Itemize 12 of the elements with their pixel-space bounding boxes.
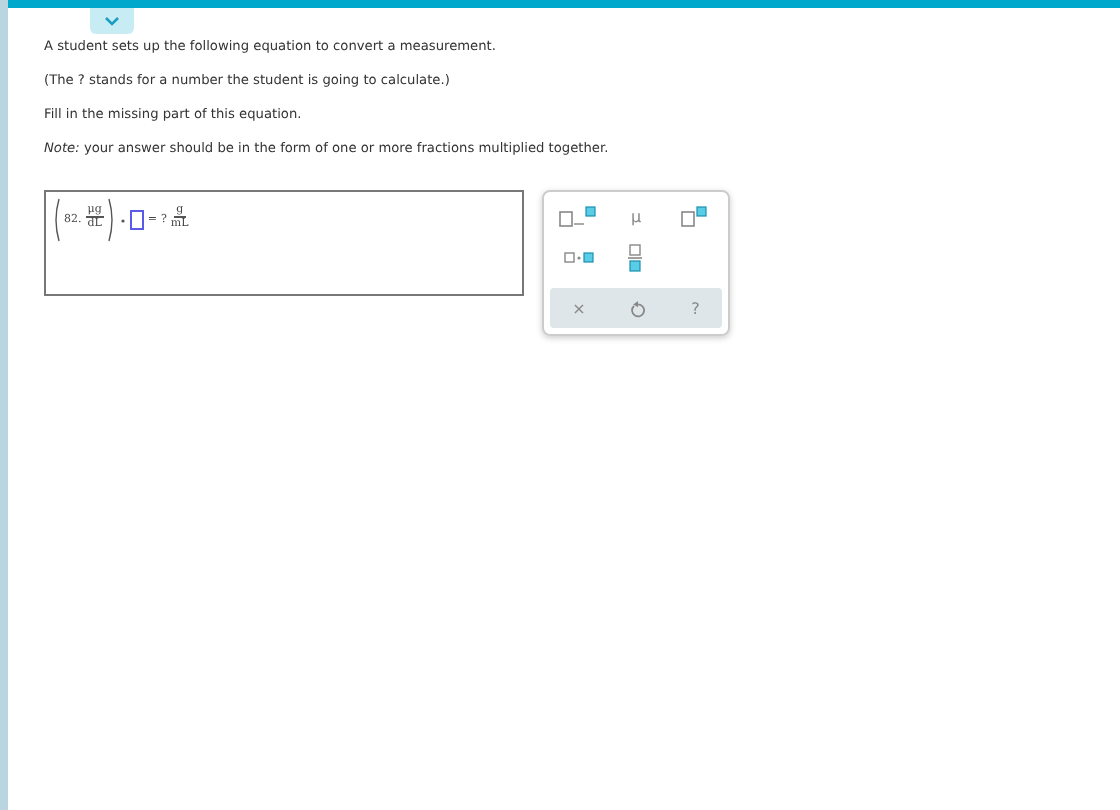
undo-icon[interactable]	[630, 299, 647, 317]
superscript-icon[interactable]	[679, 206, 708, 228]
chevron-down-icon	[104, 16, 120, 26]
collapse-tab[interactable]	[90, 8, 134, 34]
scientific-notation-icon[interactable]	[558, 206, 599, 228]
input-field[interactable]	[129, 210, 144, 230]
fraction-icon[interactable]	[628, 244, 643, 272]
mu-button[interactable]: μ	[630, 208, 642, 226]
multiply-icon[interactable]	[563, 252, 594, 264]
help-button[interactable]: ?	[691, 299, 700, 317]
dot-icon	[119, 218, 126, 224]
clear-button[interactable]: ×	[572, 299, 586, 317]
